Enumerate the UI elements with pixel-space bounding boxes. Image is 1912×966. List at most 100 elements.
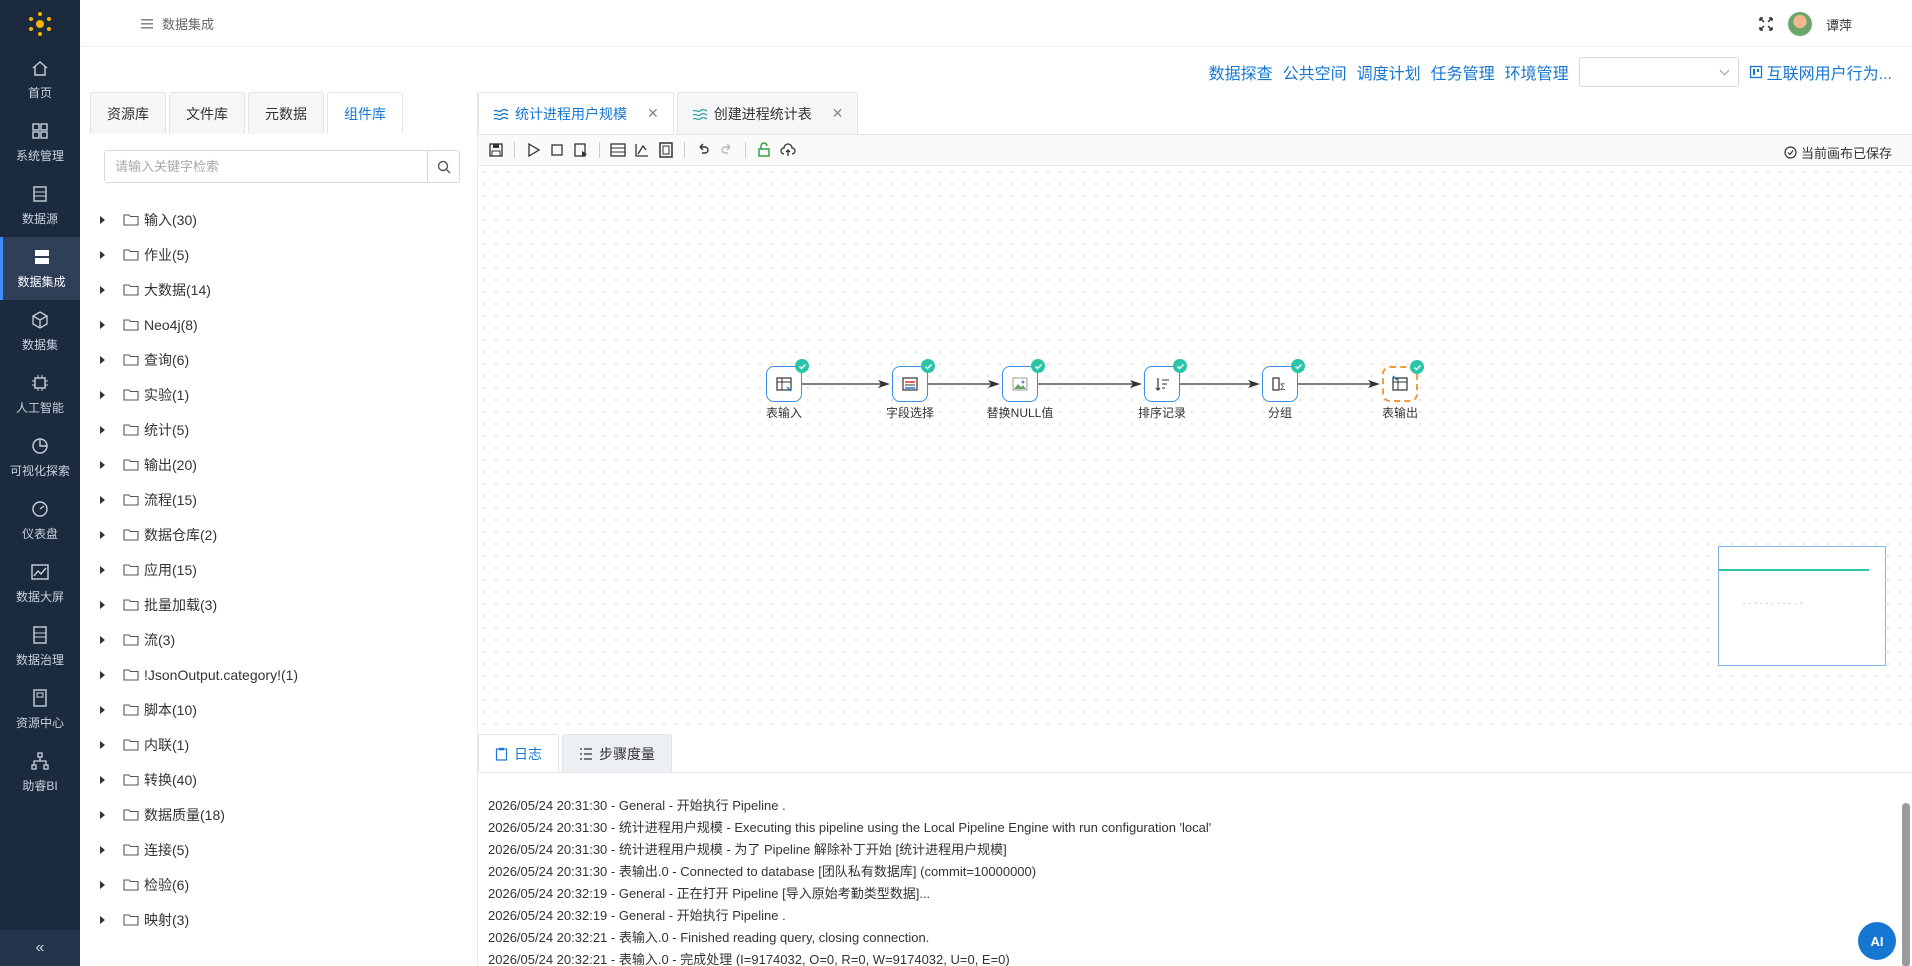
link-schedule[interactable]: 调度计划 (1357, 60, 1421, 84)
run-button[interactable] (523, 140, 543, 160)
unlock-button[interactable] (754, 140, 774, 160)
publish-button[interactable] (778, 140, 798, 160)
tab-file-lib[interactable]: 文件库 (169, 92, 245, 134)
caret-right-icon[interactable] (100, 530, 105, 539)
tree-item[interactable]: Neo4j(8) (98, 307, 458, 342)
tree-item[interactable]: 数据质量(18) (98, 797, 458, 832)
caret-right-icon[interactable] (100, 355, 105, 364)
tree-item[interactable]: 批量加载(3) (98, 587, 458, 622)
ai-assistant-button[interactable]: AI (1858, 922, 1896, 960)
avatar[interactable] (1787, 12, 1812, 36)
tab-component-lib[interactable]: 组件库 (327, 92, 403, 134)
close-tab-icon[interactable]: ✕ (832, 105, 844, 122)
caret-right-icon[interactable] (100, 320, 105, 329)
pipeline-node[interactable]: 表输入 (754, 359, 814, 421)
nav-item-0[interactable]: 首页 (0, 48, 80, 111)
tree-item[interactable]: 检验(6) (98, 867, 458, 902)
caret-right-icon[interactable] (100, 425, 105, 434)
caret-right-icon[interactable] (100, 845, 105, 854)
nav-item-5[interactable]: 人工智能 (0, 363, 80, 426)
tree-item[interactable]: 输入(30) (98, 202, 458, 237)
tab-create-stat-table[interactable]: 创建进程统计表 ✕ (676, 92, 859, 134)
caret-right-icon[interactable] (100, 915, 105, 924)
search-input[interactable] (105, 151, 427, 182)
caret-right-icon[interactable] (100, 250, 105, 259)
fullscreen-icon[interactable] (1758, 16, 1774, 32)
caret-right-icon[interactable] (100, 390, 105, 399)
calculator-button[interactable] (656, 140, 676, 160)
tree-item[interactable]: 流程(15) (98, 482, 458, 517)
stop-button[interactable] (547, 140, 567, 160)
caret-right-icon[interactable] (100, 740, 105, 749)
tree-item[interactable]: 输出(20) (98, 447, 458, 482)
caret-right-icon[interactable] (100, 460, 105, 469)
link-task-manage[interactable]: 任务管理 (1431, 60, 1495, 84)
layout-button[interactable] (608, 140, 628, 160)
caret-right-icon[interactable] (100, 565, 105, 574)
tree-item[interactable]: 内联(1) (98, 727, 458, 762)
node-box[interactable] (892, 359, 935, 402)
close-tab-icon[interactable]: ✕ (647, 105, 659, 122)
tree-item[interactable]: 脚本(10) (98, 692, 458, 727)
link-env-manage[interactable]: 环境管理 (1505, 60, 1569, 84)
nav-item-10[interactable]: 资源中心 (0, 678, 80, 741)
tab-resource-lib[interactable]: 资源库 (90, 92, 166, 134)
pipeline-node[interactable]: 替换NULL值 (987, 359, 1053, 421)
pipeline-node[interactable]: Σ 分组 (1250, 359, 1310, 421)
caret-right-icon[interactable] (100, 600, 105, 609)
pipeline-canvas[interactable]: 表输入 字段选择 替换NULL值 排序记录 Σ 分组 表输出 (478, 166, 1912, 731)
node-box[interactable] (1382, 360, 1424, 402)
username[interactable]: 谭萍 (1826, 15, 1852, 34)
nav-item-6[interactable]: 可视化探索 (0, 426, 80, 489)
tree-item[interactable]: 统计(5) (98, 412, 458, 447)
undo-button[interactable] (693, 140, 713, 160)
tree-item[interactable]: 实验(1) (98, 377, 458, 412)
caret-right-icon[interactable] (100, 775, 105, 784)
project-link[interactable]: 互联网用户行为... (1749, 60, 1892, 84)
caret-right-icon[interactable] (100, 880, 105, 889)
pipeline-node[interactable]: 字段选择 (880, 359, 940, 421)
pipeline-node[interactable]: 排序记录 (1132, 359, 1192, 421)
search-button[interactable] (427, 151, 459, 182)
nav-item-11[interactable]: 助睿BI (0, 741, 80, 804)
tree-item[interactable]: 流(3) (98, 622, 458, 657)
caret-right-icon[interactable] (100, 215, 105, 224)
caret-right-icon[interactable] (100, 705, 105, 714)
tree-item[interactable]: 数据仓库(2) (98, 517, 458, 552)
tab-pipeline-stat-users[interactable]: 统计进程用户规模 ✕ (478, 92, 674, 134)
caret-right-icon[interactable] (100, 670, 105, 679)
tab-metadata[interactable]: 元数据 (248, 92, 324, 134)
tree-item[interactable]: !JsonOutput.category!(1) (98, 657, 458, 692)
tab-step-metrics[interactable]: 步骤度量 (562, 734, 672, 772)
tree-item[interactable]: 映射(3) (98, 902, 458, 937)
tree-item[interactable]: 转换(40) (98, 762, 458, 797)
tree-item[interactable]: 作业(5) (98, 237, 458, 272)
nav-item-4[interactable]: 数据集 (0, 300, 80, 363)
preview-button[interactable] (571, 140, 591, 160)
tree-item[interactable]: 查询(6) (98, 342, 458, 377)
tree-item[interactable]: 连接(5) (98, 832, 458, 867)
nav-item-2[interactable]: 数据源 (0, 174, 80, 237)
pipeline-node[interactable]: 表输出 (1370, 360, 1430, 421)
tab-log[interactable]: 日志 (478, 734, 559, 772)
caret-right-icon[interactable] (100, 285, 105, 294)
align-button[interactable] (632, 140, 652, 160)
node-box[interactable]: Σ (1262, 359, 1305, 402)
nav-item-1[interactable]: 系统管理 (0, 111, 80, 174)
collapse-nav-button[interactable]: « (0, 930, 80, 966)
nav-item-3[interactable]: 数据集成 (0, 237, 80, 300)
tree-item[interactable]: 大数据(14) (98, 272, 458, 307)
caret-right-icon[interactable] (100, 495, 105, 504)
save-button[interactable] (486, 140, 506, 160)
redo-button[interactable] (717, 140, 737, 160)
node-box[interactable] (1144, 359, 1187, 402)
menu-icon[interactable] (140, 17, 154, 31)
tree-item[interactable]: 应用(15) (98, 552, 458, 587)
nav-item-7[interactable]: 仪表盘 (0, 489, 80, 552)
link-data-explore[interactable]: 数据探查 (1209, 60, 1273, 84)
app-logo[interactable] (0, 0, 80, 48)
log-scrollbar[interactable] (1902, 803, 1910, 966)
caret-right-icon[interactable] (100, 635, 105, 644)
minimap[interactable]: ▫ - ▫ - ▫ - ▫ - ▫ - ▫ (1718, 546, 1886, 666)
caret-right-icon[interactable] (100, 810, 105, 819)
